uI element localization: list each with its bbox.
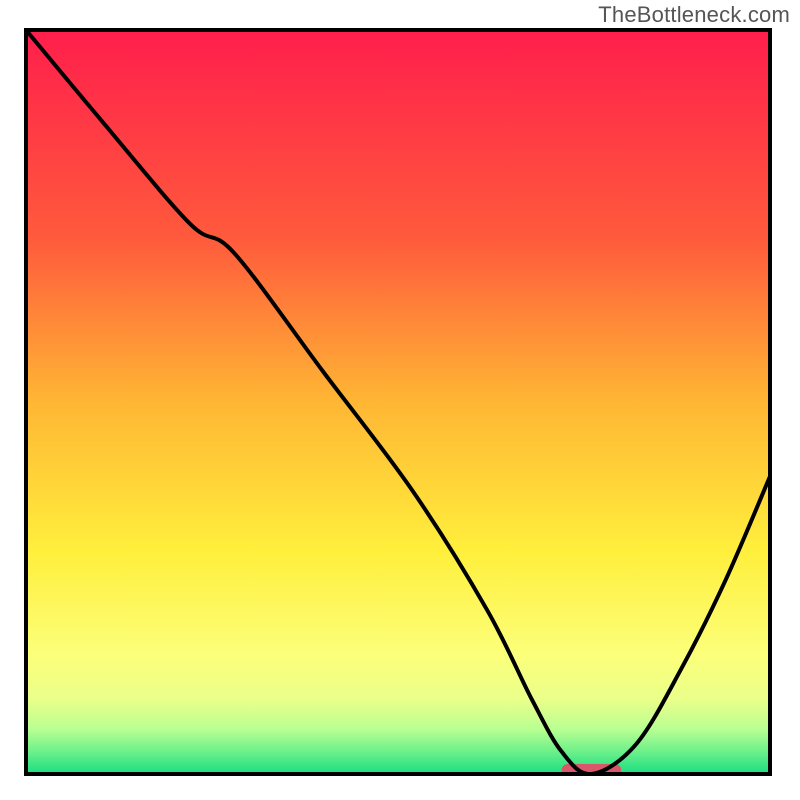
gradient-background [26, 30, 770, 774]
bottleneck-chart [0, 0, 800, 800]
chart-container: TheBottleneck.com [0, 0, 800, 800]
watermark-text: TheBottleneck.com [598, 2, 790, 28]
